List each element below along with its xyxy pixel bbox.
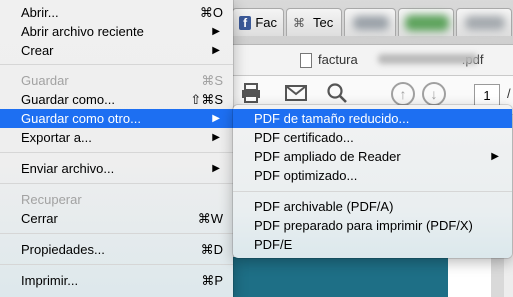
shortcut-text: ⌘S (201, 73, 223, 88)
submenu-item-pdf-a[interactable]: PDF archivable (PDF/A) (233, 197, 512, 216)
menu-item-save-as[interactable]: Guardar como... ⇧⌘S (0, 90, 233, 109)
menu-separator (0, 64, 233, 65)
tec-icon: ⌘ (293, 15, 305, 30)
menu-item-revert: Recuperar (0, 190, 233, 209)
menu-separator (0, 264, 233, 265)
menu-item-label: Guardar como... (21, 92, 115, 107)
document-color-band (228, 257, 448, 297)
menu-item-label: PDF archivable (PDF/A) (254, 199, 394, 214)
blurred-tab-content (465, 16, 505, 30)
menu-separator (0, 183, 233, 184)
menu-item-create[interactable]: Crear ▶ (0, 41, 233, 60)
submenu-item-reduced-size-pdf[interactable]: PDF de tamaño reducido... (233, 109, 512, 128)
submenu-item-optimized-pdf[interactable]: PDF optimizado... (233, 166, 512, 185)
tab-bar: f Fac ⌘ Tec (228, 0, 513, 45)
submenu-arrow-icon: ▶ (491, 151, 499, 162)
menu-item-label: Abrir archivo reciente (21, 24, 144, 39)
menu-item-export[interactable]: Exportar a... ▶ (0, 128, 233, 147)
tab-facebook[interactable]: f Fac (232, 8, 284, 36)
menu-separator (0, 233, 233, 234)
menu-item-open[interactable]: Abrir... ⌘O (0, 3, 233, 22)
tab-blurred-1[interactable] (344, 8, 396, 36)
menu-separator (233, 191, 512, 192)
menu-item-label: Cerrar (21, 211, 58, 226)
menu-item-label: PDF preparado para imprimir (PDF/X) (254, 218, 473, 233)
tab-blurred-3[interactable] (456, 8, 512, 36)
shortcut-text: ⌘W (197, 211, 223, 226)
submenu-item-certified-pdf[interactable]: PDF certificado... (233, 128, 512, 147)
menu-item-label: Imprimir... (21, 273, 79, 288)
menu-item-close[interactable]: Cerrar ⌘W (0, 209, 233, 228)
submenu-arrow-icon: ▶ (212, 26, 220, 37)
menu-item-label: Propiedades... (21, 242, 105, 257)
page-number-input[interactable]: 1 (474, 84, 500, 106)
menu-item-send-file[interactable]: Enviar archivo... ▶ (0, 159, 233, 178)
document-title-bar: factura.pdf (228, 45, 513, 76)
menu-item-label: Crear (21, 43, 54, 58)
submenu-arrow-icon: ▶ (212, 113, 220, 124)
menu-item-label: Recuperar (21, 192, 82, 207)
menu-item-save-as-other[interactable]: Guardar como otro... ▶ (0, 109, 233, 128)
blurred-filename (378, 54, 478, 64)
tab-label: Tec (313, 15, 334, 30)
menu-item-label: Abrir... (21, 5, 59, 20)
facebook-icon: f (239, 15, 252, 30)
blurred-tab-content (405, 15, 449, 31)
document-title-prefix: factura (318, 52, 358, 67)
menu-item-label: PDF ampliado de Reader (254, 149, 401, 164)
menu-item-save: Guardar ⌘S (0, 71, 233, 90)
shortcut-text: ⌘D (200, 242, 223, 257)
menu-separator (0, 152, 233, 153)
save-as-other-submenu: PDF de tamaño reducido... PDF certificad… (233, 105, 512, 258)
file-menu: Abrir... ⌘O Abrir archivo reciente ▶ Cre… (0, 0, 233, 297)
shortcut-text: ⌘O (199, 5, 223, 20)
menu-item-label: PDF optimizado... (254, 168, 358, 183)
submenu-arrow-icon: ▶ (212, 163, 220, 174)
next-page-icon[interactable]: ↓ (422, 82, 446, 106)
pdf-file-icon (300, 53, 312, 68)
menu-item-label: Guardar como otro... (21, 111, 141, 126)
menu-item-open-recent[interactable]: Abrir archivo reciente ▶ (0, 22, 233, 41)
menu-item-label: Exportar a... (21, 130, 92, 145)
blurred-tab-content (353, 16, 389, 30)
menu-item-label: Enviar archivo... (21, 161, 115, 176)
menu-item-label: PDF/E (254, 237, 293, 252)
tab-blurred-2[interactable] (398, 8, 454, 36)
menu-item-label: PDF de tamaño reducido... (254, 111, 410, 126)
menu-item-properties[interactable]: Propiedades... ⌘D (0, 240, 233, 259)
previous-page-icon[interactable]: ↑ (391, 82, 415, 106)
menu-item-label: Guardar (21, 73, 69, 88)
submenu-arrow-icon: ▶ (212, 45, 220, 56)
tab-label: Fac (255, 15, 277, 30)
page-separator: / (507, 86, 511, 101)
tab-tec[interactable]: ⌘ Tec (286, 8, 342, 36)
shortcut-text: ⇧⌘S (190, 92, 223, 107)
submenu-item-reader-extended-pdf[interactable]: PDF ampliado de Reader ▶ (233, 147, 512, 166)
menu-item-print[interactable]: Imprimir... ⌘P (0, 271, 233, 290)
submenu-item-pdf-e[interactable]: PDF/E (233, 235, 512, 254)
menu-item-label: PDF certificado... (254, 130, 354, 145)
shortcut-text: ⌘P (201, 273, 223, 288)
submenu-item-pdf-x[interactable]: PDF preparado para imprimir (PDF/X) (233, 216, 512, 235)
submenu-arrow-icon: ▶ (212, 132, 220, 143)
